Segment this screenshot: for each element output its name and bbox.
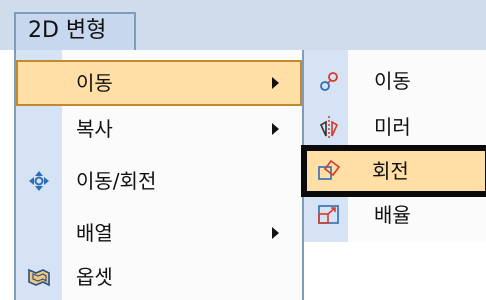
- scale-icon: [318, 205, 339, 224]
- submenu-item-mirror[interactable]: 미러: [304, 104, 486, 150]
- move-submenu: 이동 미러 회전 배율: [301, 50, 486, 242]
- menu-item-copy[interactable]: 복사: [16, 106, 302, 152]
- menu-item-move-rotate[interactable]: 이동/회전: [16, 158, 302, 204]
- menu-bar: 2D 변형: [0, 0, 486, 50]
- move-icon: [320, 72, 338, 91]
- submenu-item-label: 회전: [372, 159, 409, 183]
- menu-item-label: 배열: [76, 221, 113, 245]
- app-window: 2D 변형 이동 복사 이동/회전 배열 옵셋 이동 미러 회전 배율: [0, 0, 486, 300]
- menu-item-label: 이동: [76, 71, 113, 95]
- submenu-item-label: 미러: [374, 115, 411, 139]
- menu-item-offset[interactable]: 옵셋: [16, 254, 302, 300]
- menu-item-array[interactable]: 배열: [16, 210, 302, 256]
- submenu-item-scale[interactable]: 배율: [304, 192, 486, 238]
- menu-2d-transform[interactable]: 2D 변형: [14, 12, 136, 50]
- submenu-item-label: 배율: [374, 203, 411, 227]
- submenu-item-rotate[interactable]: 회전: [301, 145, 486, 197]
- submenu-item-move[interactable]: 이동: [304, 58, 486, 104]
- submenu-arrow-icon: [272, 77, 279, 89]
- menu-item-move[interactable]: 이동: [16, 60, 302, 106]
- rotate-icon: [318, 159, 341, 180]
- submenu-item-label: 이동: [374, 69, 411, 93]
- menu-item-label: 복사: [76, 117, 113, 141]
- mirror-icon: [319, 116, 339, 138]
- offset-icon: [28, 268, 50, 287]
- transform-dropdown-menu: 이동 복사 이동/회전 배열 옵셋: [14, 50, 304, 300]
- menu-item-label: 옵셋: [76, 265, 113, 289]
- move-rotate-icon: [29, 171, 49, 191]
- menu-item-label: 이동/회전: [76, 169, 157, 193]
- submenu-arrow-icon: [272, 227, 279, 239]
- submenu-arrow-icon: [272, 123, 279, 135]
